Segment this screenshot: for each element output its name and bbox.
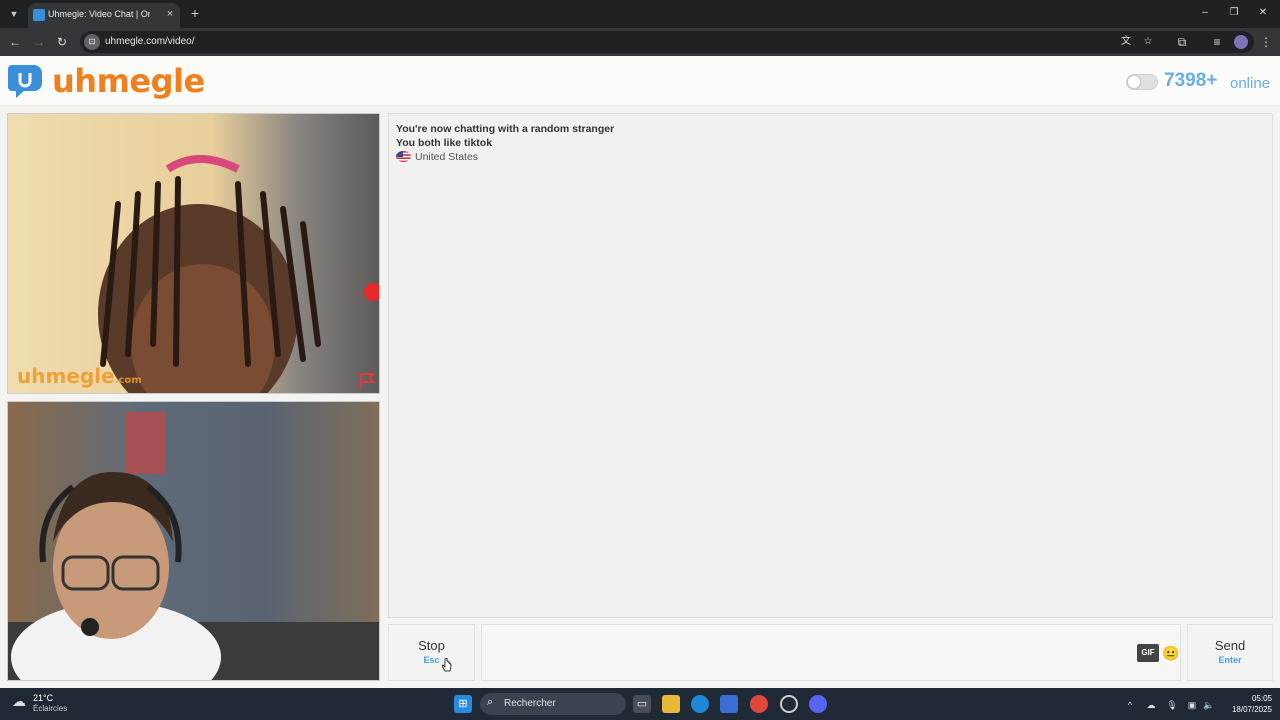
discord-icon[interactable] bbox=[809, 695, 827, 713]
address-url[interactable]: uhmegle.com/video/ bbox=[105, 36, 195, 47]
bookmark-star-icon[interactable]: ☆ bbox=[1141, 35, 1155, 49]
edge-browser-icon[interactable] bbox=[691, 695, 709, 713]
stranger-face-placeholder bbox=[98, 155, 379, 393]
site-logo-text[interactable]: uhmegle bbox=[52, 62, 205, 100]
page: uhmegle 7398+ online uhmegle.com You're … bbox=[0, 56, 1280, 688]
back-icon[interactable]: ← bbox=[8, 35, 22, 49]
system-clock[interactable]: 05:05 18/07/2025 bbox=[1218, 693, 1272, 715]
online-count: 7398+ bbox=[1164, 70, 1218, 91]
translate-icon[interactable]: 文 bbox=[1119, 35, 1133, 49]
send-label: Send bbox=[1214, 638, 1246, 653]
window-close-icon[interactable]: ✕ bbox=[1256, 6, 1270, 20]
profile-avatar[interactable] bbox=[1234, 35, 1248, 49]
address-bar[interactable]: ⊡ uhmegle.com/video/ 文 ☆ bbox=[80, 31, 1254, 53]
stop-button[interactable]: Stop Esc bbox=[388, 624, 475, 681]
tab-title: Uhmegle: Video Chat | Ome bbox=[48, 9, 150, 19]
theme-toggle[interactable] bbox=[1126, 74, 1158, 90]
search-icon: ⌕ bbox=[487, 696, 494, 708]
minimize-icon[interactable]: – bbox=[1198, 6, 1212, 20]
weather-description[interactable]: Éclaircies bbox=[33, 704, 67, 713]
weather-temperature[interactable]: 21°C bbox=[33, 693, 53, 703]
watermark-text: uhmegle bbox=[17, 364, 115, 388]
file-explorer-icon[interactable] bbox=[662, 695, 680, 713]
reload-icon[interactable]: ↻ bbox=[55, 35, 69, 49]
send-hint: Enter bbox=[1218, 655, 1242, 665]
common-interest-message: You both like tiktok bbox=[396, 137, 493, 149]
country-name: United States bbox=[415, 151, 479, 163]
steam-icon[interactable] bbox=[780, 695, 798, 713]
us-flag-icon bbox=[396, 151, 411, 162]
report-flag-icon[interactable] bbox=[358, 371, 376, 389]
forward-icon[interactable]: → bbox=[32, 35, 46, 49]
media-controls-icon[interactable]: ≡ bbox=[1210, 35, 1224, 49]
network-icon[interactable]: ▣ bbox=[1185, 698, 1199, 712]
windows-start-icon[interactable]: ⊞ bbox=[454, 695, 472, 713]
store-icon[interactable] bbox=[720, 695, 738, 713]
system-message: You're now chatting with a random strang… bbox=[396, 123, 615, 135]
site-header: uhmegle 7398+ online bbox=[0, 56, 1280, 106]
toggle-knob bbox=[1128, 76, 1140, 88]
stranger-video: uhmegle.com bbox=[7, 113, 380, 394]
restore-icon[interactable]: ❐ bbox=[1227, 6, 1241, 20]
send-button[interactable]: Send Enter bbox=[1187, 624, 1273, 681]
online-label: online bbox=[1230, 75, 1271, 92]
gif-button[interactable]: GIF bbox=[1137, 644, 1159, 662]
chat-bubble-logo-icon[interactable] bbox=[8, 62, 48, 100]
windows-taskbar: ☁ 21°C Éclaircies ⊞ ⌕ Rechercher ▭ ^ ☁ 🎙… bbox=[0, 688, 1280, 720]
self-face-placeholder bbox=[8, 412, 379, 680]
stop-label: Stop bbox=[418, 638, 445, 653]
tray-overflow-icon[interactable]: ^ bbox=[1123, 698, 1137, 712]
watermark-suffix: .com bbox=[114, 375, 142, 386]
browser-menu-icon[interactable]: ⋮ bbox=[1259, 35, 1273, 49]
clock-time: 05:05 bbox=[1251, 694, 1272, 703]
clock-date: 18/07/2025 bbox=[1231, 705, 1272, 714]
uhmegle-favicon-icon bbox=[33, 9, 45, 21]
chat-log: You're now chatting with a random strang… bbox=[388, 113, 1273, 618]
uhmegle-watermark: uhmegle.com bbox=[17, 364, 142, 388]
message-input-area[interactable]: GIF 😐 bbox=[481, 624, 1181, 681]
new-tab-icon[interactable]: + bbox=[188, 6, 202, 20]
taskbar-search-label: Rechercher bbox=[504, 698, 556, 709]
emoji-icon[interactable]: 😐 bbox=[1162, 644, 1180, 662]
stranger-country: United States bbox=[396, 151, 478, 163]
volume-icon[interactable]: 🔈 bbox=[1202, 698, 1216, 712]
browser-toolbar: ← → ↻ ⊡ uhmegle.com/video/ 文 ☆ ⧉ ≡ ⋮ bbox=[0, 28, 1280, 56]
onedrive-icon[interactable]: ☁ bbox=[1144, 698, 1158, 712]
weather-cloud-icon[interactable]: ☁ bbox=[12, 693, 30, 711]
microphone-icon[interactable]: 🎙 bbox=[1165, 698, 1179, 712]
taskbar-search[interactable]: ⌕ Rechercher bbox=[480, 693, 626, 715]
browser-tab-bar: ▼ Uhmegle: Video Chat | Ome × + – ❐ ✕ bbox=[0, 0, 1280, 28]
browser-tab[interactable]: Uhmegle: Video Chat | Ome × bbox=[28, 3, 180, 28]
tab-search-icon[interactable]: ▼ bbox=[6, 6, 22, 22]
task-view-icon[interactable]: ▭ bbox=[633, 695, 651, 713]
mouse-cursor-icon bbox=[442, 658, 452, 672]
chrome-icon[interactable] bbox=[750, 695, 768, 713]
extensions-icon[interactable]: ⧉ bbox=[1175, 35, 1189, 49]
message-input[interactable] bbox=[488, 631, 1128, 675]
stop-hint: Esc bbox=[423, 655, 440, 665]
tab-close-icon[interactable]: × bbox=[164, 8, 176, 20]
site-info-icon[interactable]: ⊡ bbox=[84, 34, 100, 50]
self-video bbox=[7, 401, 380, 681]
